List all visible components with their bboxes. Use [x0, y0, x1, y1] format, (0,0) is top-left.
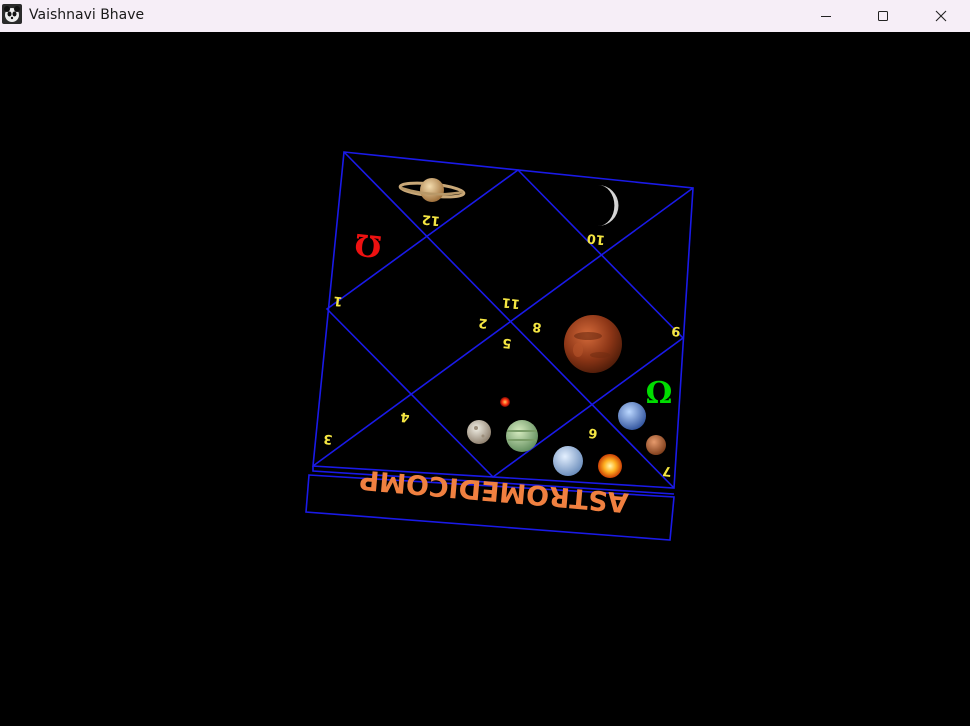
render-canvas: 1 2 3 4 5 6 7 8 9 10 11 12 Ω Ω ASTROMEDI… [0, 32, 970, 726]
house-number-6: 6 [588, 425, 599, 441]
house-number-10: 10 [586, 230, 606, 247]
horoscope-chart: 1 2 3 4 5 6 7 8 9 10 11 12 Ω Ω ASTROMEDI… [305, 151, 694, 541]
close-button[interactable] [918, 0, 964, 32]
rahu-symbol: Ω [646, 376, 673, 411]
mars-planet [564, 315, 622, 373]
chart-inner-diamond [325, 168, 685, 479]
maximize-button[interactable] [860, 0, 906, 32]
moon-planet [598, 185, 619, 226]
close-icon [935, 10, 947, 22]
small-red-planet [646, 435, 666, 455]
house-number-9: 9 [671, 323, 682, 339]
house-number-3: 3 [323, 431, 334, 447]
house-number-5: 5 [502, 335, 513, 351]
house-number-4: 4 [400, 409, 411, 425]
house-number-1: 1 [333, 293, 344, 309]
house-number-2: 2 [478, 315, 489, 331]
venus-planet [553, 446, 583, 476]
title-bar: Vaishnavi Bhave [0, 0, 970, 32]
app-icon [2, 4, 22, 24]
house-number-8: 8 [532, 319, 543, 335]
jupiter-planet [506, 420, 538, 452]
house-number-11: 11 [501, 294, 521, 311]
maximize-icon [878, 11, 888, 21]
red-star-body [500, 397, 510, 407]
neptune-planet [618, 402, 646, 430]
ketu-symbol: Ω [353, 226, 383, 264]
house-number-12: 12 [421, 211, 441, 228]
minimize-icon [821, 16, 831, 17]
astromedicomp-logo: ASTROMEDICOMP [358, 463, 629, 517]
sun-body [598, 454, 622, 478]
mercury-planet [467, 420, 491, 444]
window-title: Vaishnavi Bhave [29, 7, 145, 23]
saturn-planet [398, 178, 466, 202]
minimize-button[interactable] [803, 0, 849, 32]
chart-outer-square [312, 151, 694, 489]
house-number-7: 7 [662, 463, 673, 479]
